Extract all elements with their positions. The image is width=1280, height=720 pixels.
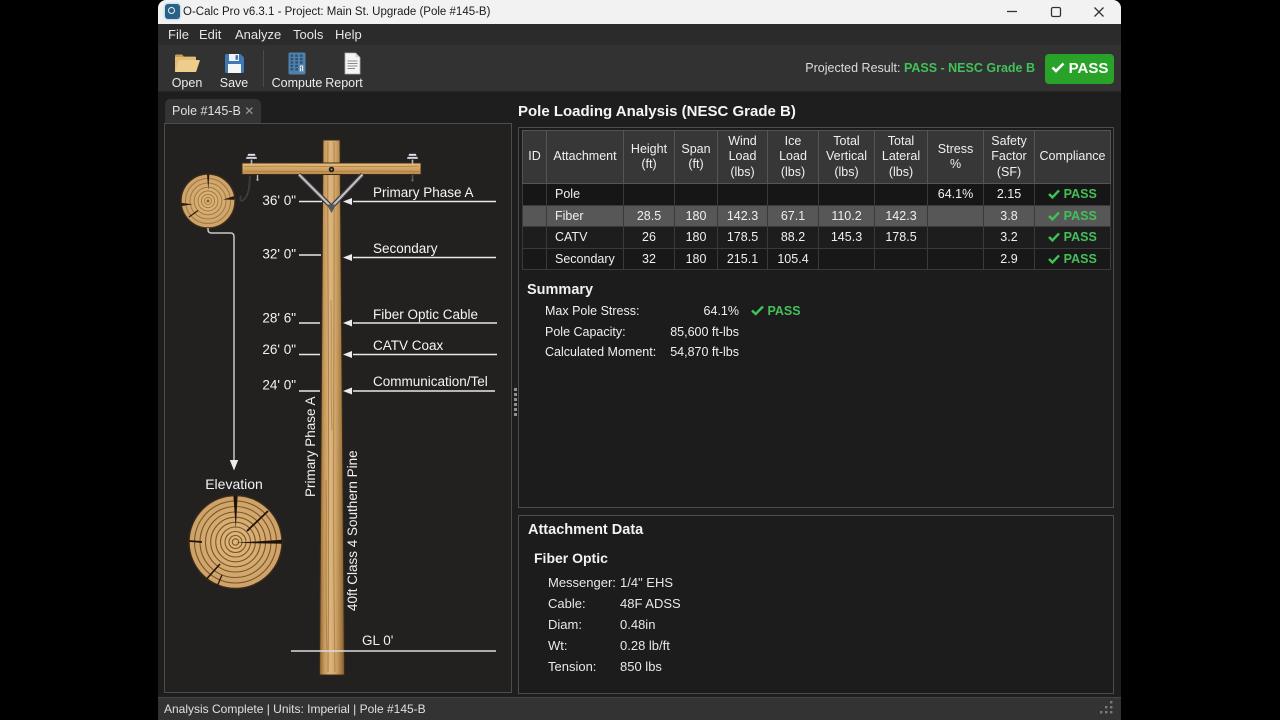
svg-text:28' 6": 28' 6" [262, 311, 296, 326]
svg-text:24' 0": 24' 0" [262, 378, 296, 393]
svg-text:Communication/Tel: Communication/Tel [373, 374, 488, 389]
svg-text:Fiber Optic Cable: Fiber Optic Cable [373, 307, 478, 322]
svg-text:32' 0": 32' 0" [262, 247, 296, 262]
svg-text:26' 0": 26' 0" [262, 342, 296, 357]
svg-text:36' 0": 36' 0" [262, 193, 296, 208]
svg-text:Secondary: Secondary [373, 241, 438, 256]
svg-text:1: 1 [300, 67, 304, 74]
svg-text:CATV Coax: CATV Coax [373, 338, 444, 353]
svg-text:Elevation: Elevation [205, 476, 263, 492]
svg-text:40ft Class 4 Southern Pine: 40ft Class 4 Southern Pine [345, 450, 360, 611]
svg-text:GL 0': GL 0' [362, 633, 393, 648]
svg-text:Primary Phase A: Primary Phase A [303, 396, 318, 497]
svg-text:Primary Phase A: Primary Phase A [373, 185, 474, 200]
